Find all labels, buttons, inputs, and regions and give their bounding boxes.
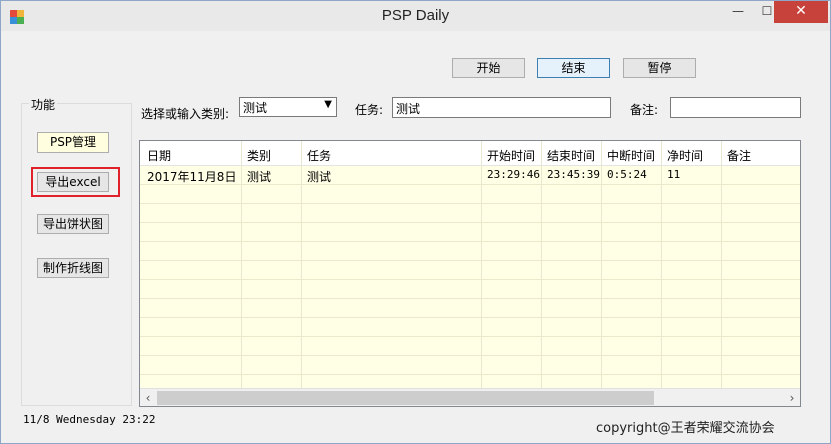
horizontal-scrollbar[interactable]: ‹ › [140, 388, 800, 406]
note-label: 备注: [630, 103, 659, 117]
grid-header: 日期 类别 任务 开始时间 结束时间 中断时间 净时间 备注 [140, 141, 800, 166]
column-header-task[interactable]: 任务 [307, 147, 331, 164]
status-text: 11/8 Wednesday 23:22 [23, 413, 156, 426]
make-line-chart-button[interactable]: 制作折线图 [37, 258, 109, 278]
end-button[interactable]: 结束 [537, 58, 610, 78]
row-divider [140, 203, 800, 204]
psp-manage-button[interactable]: PSP管理 [37, 132, 109, 153]
column-header-net-time[interactable]: 净时间 [667, 147, 703, 164]
table-cell-date[interactable]: 2017年11月8日 [147, 168, 236, 185]
table-cell-category[interactable]: 测试 [247, 168, 271, 185]
column-header-date[interactable]: 日期 [147, 147, 171, 164]
row-divider [140, 260, 800, 261]
app-window: PSP Daily — ☐ ✕ 开始 结束 暂停 功能 PSP管理 导出exce… [0, 0, 831, 444]
window-title: PSP Daily [381, 7, 450, 24]
column-divider [601, 141, 602, 389]
table-cell-interrupt-time[interactable]: 0:5:24 [607, 168, 647, 181]
title-bar: PSP Daily — ☐ ✕ [1, 1, 830, 31]
row-divider [140, 241, 800, 242]
column-divider [541, 141, 542, 389]
chevron-down-icon: ▼ [324, 99, 332, 110]
scroll-left-icon[interactable]: ‹ [140, 390, 156, 406]
table-cell-end-time[interactable]: 23:45:39 [547, 168, 600, 181]
scrollbar-thumb[interactable] [157, 391, 654, 405]
column-header-interrupt-time[interactable]: 中断时间 [607, 147, 655, 164]
note-input[interactable] [670, 97, 801, 118]
row-divider [140, 317, 800, 318]
category-select[interactable]: 测试 ▼ [239, 97, 337, 117]
column-divider [241, 141, 242, 389]
task-input[interactable]: 测试 [392, 97, 611, 118]
row-divider [140, 222, 800, 223]
row-divider [140, 184, 800, 185]
function-group-title: 功能 [29, 96, 58, 113]
task-grid[interactable]: 日期 类别 任务 开始时间 结束时间 中断时间 净时间 备注 2017年11月8… [139, 140, 801, 407]
row-divider [140, 298, 800, 299]
copyright-text: copyright@王者荣耀交流协会 [596, 421, 775, 436]
column-divider [481, 141, 482, 389]
column-divider [301, 141, 302, 389]
column-header-start-time[interactable]: 开始时间 [487, 147, 535, 164]
export-pie-chart-button[interactable]: 导出饼状图 [37, 214, 109, 234]
pause-button[interactable]: 暂停 [623, 58, 696, 78]
column-header-end-time[interactable]: 结束时间 [547, 147, 595, 164]
category-value: 测试 [243, 101, 268, 115]
table-cell-net-time[interactable]: 11 [667, 168, 680, 181]
row-divider [140, 336, 800, 337]
start-button[interactable]: 开始 [452, 58, 525, 78]
highlight-box [31, 167, 120, 197]
task-label: 任务: [355, 103, 384, 117]
category-label: 选择或输入类别: [141, 107, 230, 121]
column-divider [721, 141, 722, 389]
row-divider [140, 279, 800, 280]
row-divider [140, 355, 800, 356]
minimize-button[interactable]: — [723, 1, 753, 23]
table-cell-start-time[interactable]: 23:29:46 [487, 168, 540, 181]
scroll-right-icon[interactable]: › [784, 390, 800, 406]
column-header-note[interactable]: 备注 [727, 147, 751, 164]
row-divider [140, 374, 800, 375]
column-divider [661, 141, 662, 389]
table-cell-task[interactable]: 测试 [307, 168, 331, 185]
close-button[interactable]: ✕ [774, 1, 828, 23]
column-header-category[interactable]: 类别 [247, 147, 271, 164]
